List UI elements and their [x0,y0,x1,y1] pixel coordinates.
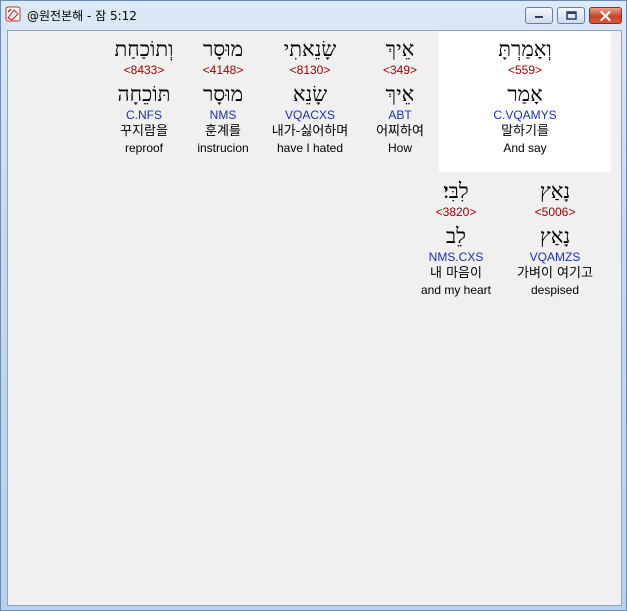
english-gloss: have I hated [276,141,344,155]
hebrew-surface: וְאָמַרְתָּ [498,37,552,61]
hebrew-lemma: שָׂנֵא [292,82,328,106]
word-card[interactable]: אֵיךְ <349> אֵיךְ ABT 어찌하여 How [363,31,437,172]
hebrew-surface: מוּסָר [202,37,244,61]
english-gloss: instrucion [197,141,249,155]
app-window: @원전본해 - 잠 5:12 וְאָמַרְתָּ <559> אָמַר C… [0,0,627,611]
parsing-code: C.VQAMYS [493,108,557,122]
korean-gloss: 꾸지람을 [120,124,168,139]
hebrew-lemma: לֵב [446,224,466,248]
strong-number-link[interactable]: <8130> [259,62,361,78]
korean-gloss: 어찌하여 [376,124,424,139]
strong-number-link[interactable]: <3820> [412,204,500,220]
word-card[interactable]: לִבִּי׃ <3820> לֵב NMS.CXS 내 마음이 and my … [412,173,500,314]
english-gloss: How [387,141,412,155]
hebrew-surface: נָאַץ [539,179,571,203]
word-card-selected[interactable]: וְאָמַרְתָּ <559> אָמַר C.VQAMYS 말하기를 An… [439,31,611,172]
korean-gloss: 내 마음이 [430,266,482,281]
hebrew-surface: אֵיךְ [385,37,415,61]
korean-gloss: 훈계를 [205,124,241,139]
strong-number-link[interactable]: <8433> [105,62,183,78]
maximize-icon [565,11,577,20]
word-card[interactable]: נָאַץ <5006> נָאַץ VQAMZS 가벼이 여기고 despis… [502,173,608,314]
english-gloss: And say [503,141,547,155]
english-gloss: and my heart [420,283,492,297]
window-title: @원전본해 - 잠 5:12 [27,9,137,23]
hebrew-lemma: אֵיךְ [385,82,415,106]
close-button[interactable] [589,7,622,24]
strong-number-link[interactable]: <5006> [502,204,608,220]
hebrew-lemma: נָאַץ [539,224,571,248]
english-gloss: despised [530,283,580,297]
parsing-code: NMS [209,108,237,122]
minimize-button[interactable] [525,7,553,24]
hebrew-lemma: אָמַר [507,82,543,106]
close-icon [600,10,611,21]
bible-app-icon[interactable] [5,6,21,22]
korean-gloss: 내가-싫어하며 [271,124,349,139]
strong-number-link[interactable]: <559> [439,62,611,78]
parsing-code: VQACXS [284,108,335,122]
strong-number-link[interactable]: <4148> [189,62,257,78]
word-card[interactable]: וְתוֹכַחַת <8433> תּוֹכֵחָה C.NFS 꾸지람을 r… [105,31,183,172]
strong-number-link[interactable]: <349> [363,62,437,78]
korean-gloss: 가벼이 여기고 [517,266,593,281]
english-gloss: reproof [124,141,164,155]
parsing-code: VQAMZS [529,250,581,264]
word-card[interactable]: שָׂנֵאתִי <8130> שָׂנֵא VQACXS 내가-싫어하며 h… [259,31,361,172]
word-card[interactable]: מוּסָר <4148> מוּסָר NMS 훈계를 instrucion [189,31,257,172]
hebrew-surface: שָׂנֵאתִי [283,37,337,61]
hebrew-lemma: תּוֹכֵחָה [117,82,171,106]
korean-gloss: 말하기를 [501,124,549,139]
hebrew-lemma: מוּסָר [202,82,244,106]
hebrew-surface: לִבִּי׃ [443,179,469,203]
parsing-code: NMS.CXS [428,250,484,264]
parsing-code: C.NFS [126,108,162,122]
minimize-icon [535,15,543,18]
title-bar[interactable]: @원전본해 - 잠 5:12 [1,1,626,29]
maximize-button[interactable] [557,7,585,24]
verse-view[interactable]: וְאָמַרְתָּ <559> אָמַר C.VQAMYS 말하기를 An… [7,30,622,606]
hebrew-surface: וְתוֹכַחַת [114,37,174,61]
parsing-code: ABT [388,108,412,122]
